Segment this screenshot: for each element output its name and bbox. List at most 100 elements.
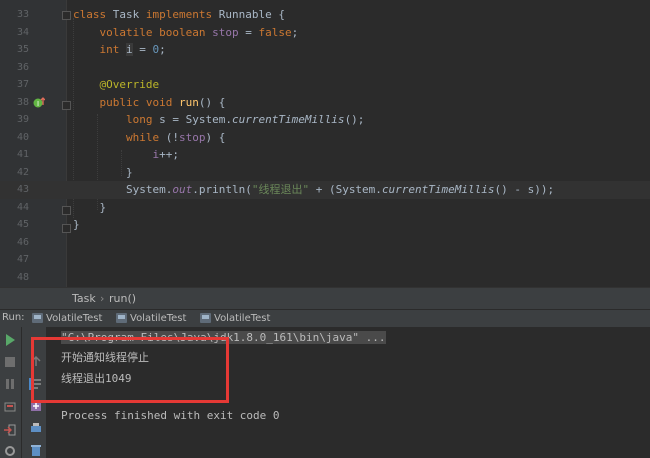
line-number[interactable]: 36 <box>0 59 29 77</box>
code-token: i <box>126 43 133 56</box>
code-line[interactable]: 45} <box>0 216 650 234</box>
code-line[interactable]: 35 int i = 0; <box>0 41 650 59</box>
code-line[interactable]: 37 @Override <box>0 76 650 94</box>
code-line[interactable]: 39 long s = System.currentTimeMillis(); <box>0 111 650 129</box>
fold-marker[interactable] <box>62 224 71 233</box>
run-toolbar-left <box>0 327 22 458</box>
code-text: } <box>73 216 80 234</box>
code-token: } <box>73 218 80 231</box>
code-editor[interactable]: 33 class Task implements Runnable {34 vol… <box>0 0 650 287</box>
code-token: System. <box>73 183 173 196</box>
run-tab-label: VolatileTest <box>214 312 271 324</box>
code-token: + (System. <box>309 183 382 196</box>
line-number[interactable]: 40 <box>0 129 29 147</box>
code-line[interactable]: 46 <box>0 234 650 252</box>
code-text: long s = System.currentTimeMillis(); <box>73 111 364 129</box>
line-number[interactable]: 42 <box>0 164 29 182</box>
code-token: s = System. <box>159 113 232 126</box>
exit-icon[interactable] <box>3 423 17 437</box>
run-config-icon <box>116 313 127 323</box>
run-tab-label: VolatileTest <box>130 312 187 324</box>
code-token: ++; <box>159 148 179 161</box>
line-number[interactable]: 33 <box>0 6 29 24</box>
code-token: implements <box>145 8 219 21</box>
breadcrumb-separator: › <box>100 292 105 305</box>
fold-marker[interactable] <box>62 101 71 110</box>
code-text: int i = 0; <box>73 41 166 59</box>
fold-marker[interactable] <box>62 206 71 215</box>
console-exit-line: Process finished with exit code 0 <box>61 409 280 422</box>
line-number[interactable]: 45 <box>0 216 29 234</box>
stop-icon[interactable] <box>3 355 17 369</box>
line-number[interactable]: 34 <box>0 24 29 42</box>
code-token: stop <box>212 25 239 39</box>
clear-all-icon[interactable] <box>29 443 43 457</box>
line-number[interactable]: 37 <box>0 76 29 94</box>
code-text: i++; <box>73 146 179 164</box>
code-text: @Override <box>73 76 160 94</box>
code-line[interactable]: 43 System.out.println("线程退出" + (System.c… <box>0 181 650 199</box>
print-icon[interactable] <box>29 421 43 435</box>
code-line[interactable]: 48 <box>0 269 650 287</box>
code-token: int <box>99 43 126 56</box>
breadcrumb: Task › run() <box>0 287 650 310</box>
code-token: @Override <box>99 78 160 91</box>
line-number[interactable]: 47 <box>0 251 29 269</box>
code-token: "线程退出" <box>251 183 310 196</box>
code-line[interactable]: 38 public void run() { <box>0 94 650 112</box>
code-line[interactable]: 41 i++; <box>0 146 650 164</box>
code-line[interactable]: 34 volatile boolean stop = false; <box>0 24 650 42</box>
line-number[interactable]: 38 <box>0 94 29 112</box>
breadcrumb-method[interactable]: run() <box>109 292 136 305</box>
run-tab[interactable]: VolatileTest <box>116 311 186 325</box>
line-number[interactable]: 44 <box>0 199 29 217</box>
code-token: public void <box>99 95 179 109</box>
code-token: currentTimeMillis <box>231 113 345 126</box>
svg-text:I: I <box>37 100 39 108</box>
pause-icon[interactable] <box>3 377 17 391</box>
code-text: } <box>73 164 133 182</box>
line-number[interactable]: 35 <box>0 41 29 59</box>
code-line[interactable]: 40 while (!stop) { <box>0 129 650 147</box>
dump-threads-icon[interactable] <box>3 400 17 414</box>
run-config-icon <box>32 313 43 323</box>
settings-icon[interactable] <box>3 444 17 458</box>
code-token: while <box>125 130 166 144</box>
code-token: out <box>172 183 193 196</box>
code-text: volatile boolean stop = false; <box>73 24 299 42</box>
override-method-icon[interactable]: I <box>33 97 45 109</box>
code-token: = <box>132 43 153 56</box>
code-text: System.out.println("线程退出" + (System.curr… <box>73 181 554 199</box>
line-number[interactable]: 41 <box>0 146 29 164</box>
code-line[interactable]: 33 class Task implements Runnable { <box>0 6 650 24</box>
line-number[interactable]: 43 <box>0 181 29 199</box>
run-label: Run: <box>2 312 25 323</box>
code-token: .println( <box>192 183 252 196</box>
code-token: currentTimeMillis <box>381 183 495 196</box>
code-token: } <box>73 200 107 214</box>
code-line[interactable]: 44 } <box>0 199 650 217</box>
line-number[interactable]: 48 <box>0 269 29 287</box>
line-number[interactable]: 46 <box>0 234 29 252</box>
fold-marker[interactable] <box>62 11 71 20</box>
code-line[interactable]: 42 } <box>0 164 650 182</box>
breadcrumb-class[interactable]: Task <box>72 292 96 305</box>
code-token: (); <box>344 113 365 126</box>
code-token: Runnable { <box>218 8 285 21</box>
run-tab-label: VolatileTest <box>46 312 103 324</box>
code-text: } <box>73 199 106 217</box>
run-tab[interactable]: VolatileTest <box>32 311 102 325</box>
line-number[interactable]: 39 <box>0 111 29 129</box>
code-token: stop <box>178 130 206 144</box>
run-tool-window-header: Run: VolatileTest VolatileTest VolatileT… <box>0 309 650 328</box>
code-line[interactable]: 36 <box>0 59 650 77</box>
annotation-highlight-box <box>31 337 229 403</box>
run-tab[interactable]: VolatileTest <box>200 311 270 325</box>
code-line[interactable]: 47 <box>0 251 650 269</box>
rerun-icon[interactable] <box>3 333 17 347</box>
code-text: while (!stop) { <box>73 129 225 147</box>
